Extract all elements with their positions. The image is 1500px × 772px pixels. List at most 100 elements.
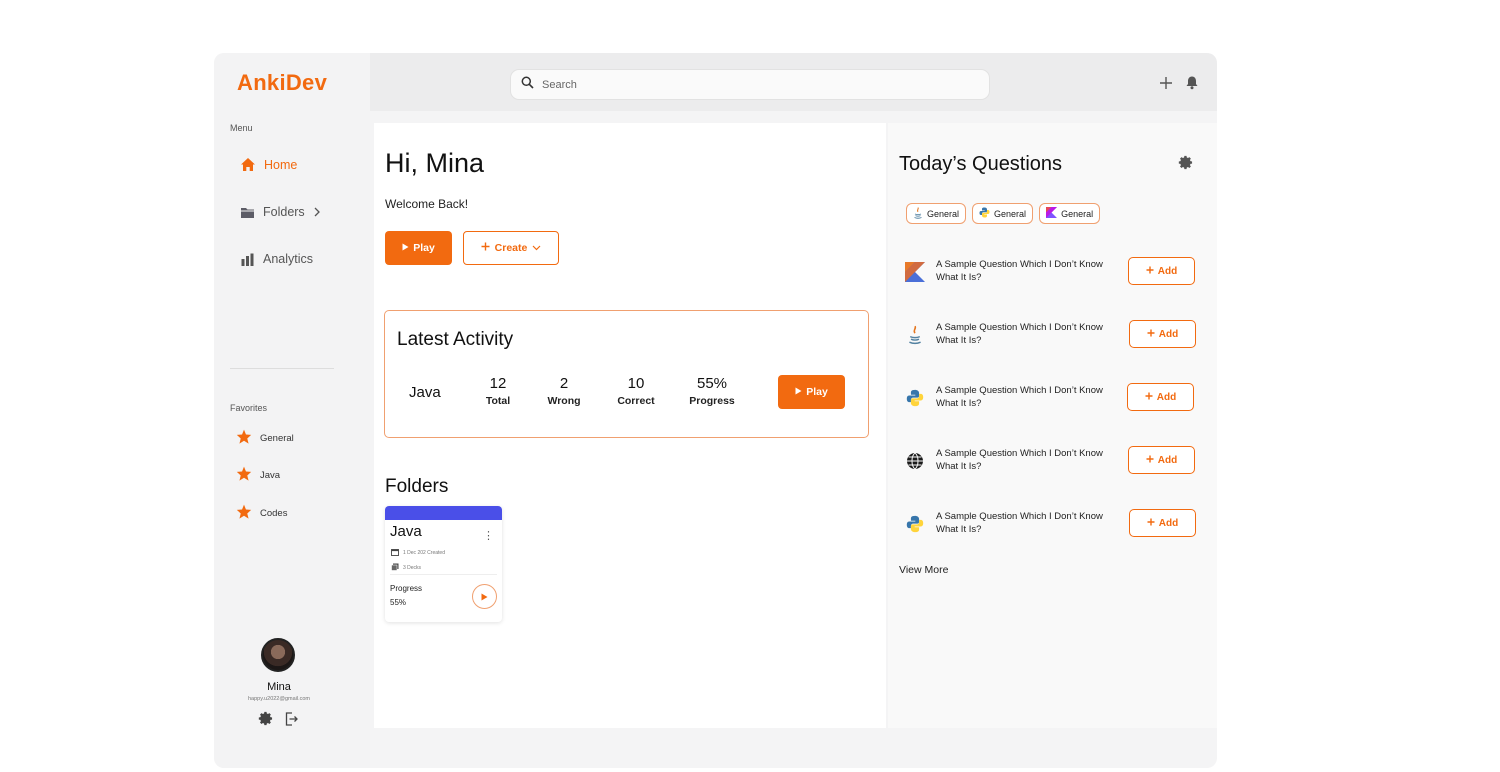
add-question-button[interactable]: Add [1129, 509, 1196, 537]
chip-kotlin-general[interactable]: General [1039, 203, 1101, 224]
stat-value: 55% [696, 375, 728, 392]
play-icon [481, 588, 488, 606]
kotlin-icon [1046, 207, 1058, 220]
sidebar-item-label: Home [264, 157, 298, 172]
folder-name: Java [390, 523, 422, 540]
question-row: A Sample Question Which I Don’t Know Wha… [888, 252, 1217, 292]
decks-icon [391, 563, 399, 573]
plus-icon [1146, 266, 1154, 277]
sidebar: AnkiDev Menu Home Folders Analytics Favo… [214, 53, 370, 768]
main-content: Hi, Mina Welcome Back! Play Create Lates… [374, 123, 886, 728]
top-actions [1159, 75, 1199, 95]
user-email: happy.u2022@gmail.com [247, 696, 311, 702]
create-button[interactable]: Create [463, 231, 559, 265]
chip-java-general[interactable]: General [906, 203, 967, 224]
favorite-item-general[interactable]: General [236, 429, 294, 447]
plus-icon [1146, 455, 1154, 466]
avatar[interactable] [261, 638, 295, 672]
favorite-label: Codes [260, 507, 288, 519]
stat-label: Correct [617, 395, 655, 407]
python-icon [979, 207, 990, 220]
favorite-item-codes[interactable]: Codes [236, 504, 287, 522]
plus-icon [1147, 329, 1155, 340]
chip-label: General [1061, 208, 1094, 219]
app-logo[interactable]: AnkiDev [237, 70, 327, 96]
add-question-button[interactable]: Add [1128, 446, 1195, 474]
favorite-item-java[interactable]: Java [236, 466, 280, 484]
play-icon [795, 386, 802, 398]
chevron-right-icon [313, 207, 321, 217]
folder-play-button[interactable] [472, 584, 497, 609]
latest-activity-title: Latest Activity [397, 329, 514, 350]
folder-created-text: 1 Dec 202 Created [403, 550, 445, 556]
gear-icon[interactable] [1178, 155, 1193, 175]
search-bar[interactable] [510, 69, 990, 100]
sidebar-item-label: Folders [263, 205, 305, 219]
add-question-button[interactable]: Add [1129, 320, 1196, 348]
stat-wrong: 2 Wrong [529, 375, 599, 407]
question-text: A Sample Question Which I Don’t Know Wha… [936, 385, 1103, 409]
more-vertical-icon[interactable]: ⋮ [483, 529, 494, 542]
sidebar-item-folders[interactable]: Folders [240, 205, 321, 219]
create-button-label: Create [494, 242, 528, 254]
activity-language: Java [409, 384, 441, 401]
question-row: A Sample Question Which I Don’t Know Wha… [888, 378, 1217, 418]
activity-play-button[interactable]: Play [778, 375, 845, 409]
sidebar-item-analytics[interactable]: Analytics [240, 252, 313, 266]
bar-chart-icon [240, 253, 255, 266]
favorites-label: Favorites [230, 403, 268, 413]
add-button-label: Add [1157, 454, 1178, 466]
search-input[interactable] [542, 78, 962, 91]
add-button-label: Add [1156, 391, 1177, 403]
stat-label: Progress [689, 395, 735, 407]
stat-total: 12 Total [463, 375, 533, 407]
question-text: A Sample Question Which I Don’t Know Wha… [936, 448, 1103, 472]
chevron-down-icon [532, 242, 541, 254]
question-row: A Sample Question Which I Don’t Know Wha… [888, 441, 1217, 481]
plus-icon[interactable] [1159, 76, 1173, 95]
sidebar-item-home[interactable]: Home [240, 157, 297, 172]
chip-label: General [927, 208, 960, 219]
folder-divider [390, 574, 497, 575]
star-icon [236, 504, 252, 522]
todays-questions-panel: Today’s Questions General General Genera… [888, 123, 1217, 728]
folders-title: Folders [385, 476, 449, 497]
search-icon [521, 76, 534, 94]
home-icon [240, 157, 256, 172]
add-question-button[interactable]: Add [1128, 257, 1195, 285]
calendar-icon [391, 548, 399, 558]
globe-icon [904, 450, 926, 472]
folder-card[interactable]: Java ⋮ 1 Dec 202 Created 3 Decks Progres… [385, 506, 502, 622]
bell-icon[interactable] [1185, 75, 1199, 95]
question-row: A Sample Question Which I Don’t Know Wha… [888, 315, 1217, 355]
python-icon [904, 513, 926, 535]
play-button-label: Play [413, 242, 435, 254]
folder-created: 1 Dec 202 Created [391, 548, 445, 558]
add-button-label: Add [1158, 517, 1179, 529]
plus-icon [481, 242, 490, 254]
star-icon [236, 466, 252, 484]
logout-icon[interactable] [283, 711, 299, 732]
stat-label: Wrong [547, 395, 581, 407]
folder-color-band [385, 506, 502, 520]
page-title: Hi, Mina [385, 148, 485, 178]
gear-icon[interactable] [258, 711, 273, 732]
user-name: Mina [267, 681, 291, 693]
add-question-button[interactable]: Add [1127, 383, 1194, 411]
folder-progress-label: Progress [390, 584, 423, 593]
chip-python-general[interactable]: General [972, 203, 1034, 224]
plus-icon [1147, 518, 1155, 529]
question-text: A Sample Question Which I Don’t Know Wha… [936, 259, 1103, 283]
sidebar-divider [230, 368, 334, 369]
plus-icon [1145, 392, 1153, 403]
sidebar-item-label: Analytics [263, 252, 314, 266]
play-icon [402, 242, 409, 254]
java-icon [913, 206, 923, 221]
add-button-label: Add [1158, 328, 1179, 340]
user-actions [258, 711, 299, 732]
folder-progress-value: 55% [390, 598, 407, 607]
play-button[interactable]: Play [385, 231, 452, 265]
folder-icon [240, 206, 255, 219]
star-icon [236, 429, 252, 447]
view-more-link[interactable]: View More [899, 564, 948, 576]
